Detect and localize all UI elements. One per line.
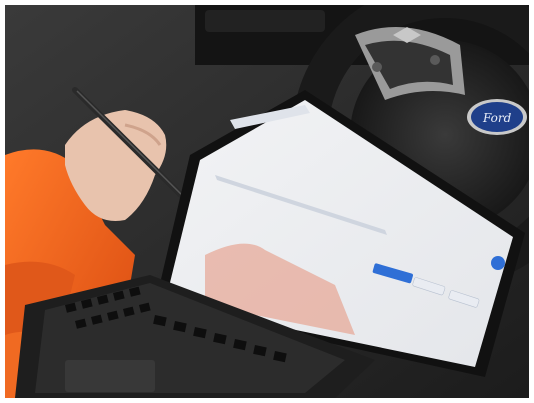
trackpad <box>65 360 155 392</box>
photo-frame: Ford <box>5 5 529 398</box>
svg-text:Ford: Ford <box>482 111 512 125</box>
profile-avatar-icon <box>491 256 505 270</box>
ford-logo-icon: Ford <box>467 99 527 135</box>
dash-vent <box>205 10 325 32</box>
scene: Ford <box>5 5 529 398</box>
